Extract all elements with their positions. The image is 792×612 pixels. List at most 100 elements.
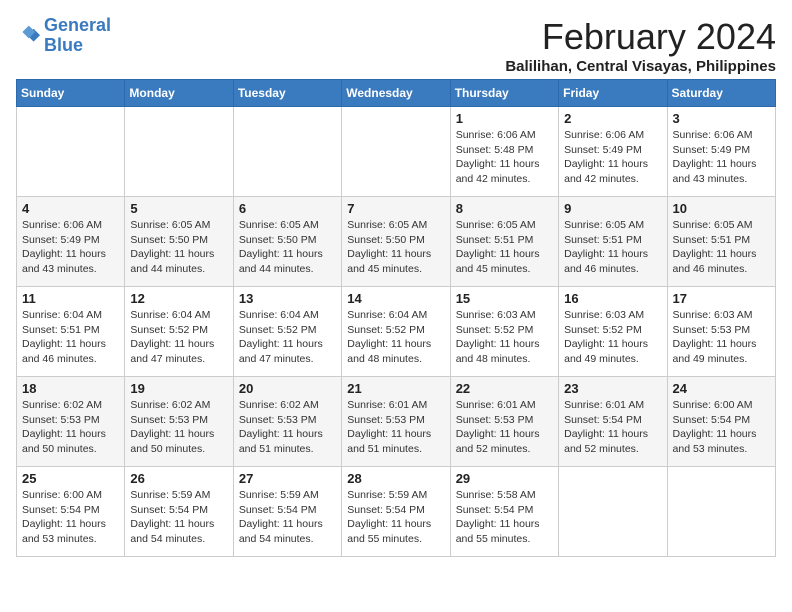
title-area: February 2024 Balilihan, Central Visayas… bbox=[505, 16, 776, 75]
day-number: 10 bbox=[673, 201, 770, 216]
calendar-day-cell: 11Sunrise: 6:04 AMSunset: 5:51 PMDayligh… bbox=[17, 287, 125, 377]
day-number: 19 bbox=[130, 381, 227, 396]
calendar-day-cell: 25 Sunrise: 6:00 AMSunset: 5:54 PMDayligh… bbox=[17, 467, 125, 557]
day-number: 3 bbox=[673, 111, 770, 126]
calendar-day-cell: 10Sunrise: 6:05 AMSunset: 5:51 PMDayligh… bbox=[667, 197, 775, 287]
day-info: Sunrise: 6:04 AMSunset: 5:52 PMDaylight:… bbox=[347, 308, 444, 367]
day-number: 14 bbox=[347, 291, 444, 306]
calendar-day-cell: 15 Sunrise: 6:03 AMSunset: 5:52 PMDayligh… bbox=[450, 287, 558, 377]
day-info: Sunrise: 6:05 AMSunset: 5:50 PMDaylight:… bbox=[239, 218, 336, 277]
day-number: 26 bbox=[130, 471, 227, 486]
calendar-week-row: 1 Sunrise: 6:06 AMSunset: 5:48 PMDaylight… bbox=[17, 107, 776, 197]
day-info: Sunrise: 5:59 AMSunset: 5:54 PMDaylight:… bbox=[130, 488, 227, 547]
day-info: Sunrise: 6:05 AMSunset: 5:50 PMDaylight:… bbox=[130, 218, 227, 277]
day-number: 29 bbox=[456, 471, 553, 486]
calendar-day-cell: 27 Sunrise: 5:59 AMSunset: 5:54 PMDayligh… bbox=[233, 467, 341, 557]
calendar-week-row: 11Sunrise: 6:04 AMSunset: 5:51 PMDayligh… bbox=[17, 287, 776, 377]
calendar-day-cell: 17 Sunrise: 6:03 AMSunset: 5:53 PMDayligh… bbox=[667, 287, 775, 377]
day-number: 24 bbox=[673, 381, 770, 396]
day-number: 8 bbox=[456, 201, 553, 216]
calendar-day-cell: 21Sunrise: 6:01 AMSunset: 5:53 PMDayligh… bbox=[342, 377, 450, 467]
calendar-day-cell: 20Sunrise: 6:02 AMSunset: 5:53 PMDayligh… bbox=[233, 377, 341, 467]
day-number: 16 bbox=[564, 291, 661, 306]
day-info: Sunrise: 6:00 AMSunset: 5:54 PMDaylight:… bbox=[673, 398, 770, 457]
day-info: Sunrise: 6:03 AMSunset: 5:52 PMDaylight:… bbox=[564, 308, 661, 367]
calendar-day-cell: 4 Sunrise: 6:06 AMSunset: 5:49 PMDaylight… bbox=[17, 197, 125, 287]
day-number: 11 bbox=[22, 291, 119, 306]
day-info: Sunrise: 6:03 AMSunset: 5:52 PMDaylight:… bbox=[456, 308, 553, 367]
day-info: Sunrise: 6:02 AMSunset: 5:53 PMDaylight:… bbox=[239, 398, 336, 457]
page-header: General Blue February 2024 Balilihan, Ce… bbox=[16, 16, 776, 75]
day-info: Sunrise: 6:03 AMSunset: 5:53 PMDaylight:… bbox=[673, 308, 770, 367]
calendar-day-cell: 7 Sunrise: 6:05 AMSunset: 5:50 PMDaylight… bbox=[342, 197, 450, 287]
day-number: 13 bbox=[239, 291, 336, 306]
day-info: Sunrise: 6:04 AMSunset: 5:52 PMDaylight:… bbox=[239, 308, 336, 367]
day-number: 25 bbox=[22, 471, 119, 486]
weekday-header: Sunday bbox=[17, 80, 125, 107]
calendar-day-cell: 1 Sunrise: 6:06 AMSunset: 5:48 PMDaylight… bbox=[450, 107, 558, 197]
day-number: 5 bbox=[130, 201, 227, 216]
day-number: 15 bbox=[456, 291, 553, 306]
calendar-week-row: 18 Sunrise: 6:02 AMSunset: 5:53 PMDayligh… bbox=[17, 377, 776, 467]
calendar-day-cell: 6 Sunrise: 6:05 AMSunset: 5:50 PMDaylight… bbox=[233, 197, 341, 287]
calendar-day-cell bbox=[342, 107, 450, 197]
day-info: Sunrise: 6:05 AMSunset: 5:51 PMDaylight:… bbox=[564, 218, 661, 277]
day-number: 17 bbox=[673, 291, 770, 306]
day-info: Sunrise: 5:58 AMSunset: 5:54 PMDaylight:… bbox=[456, 488, 553, 547]
weekday-header: Friday bbox=[559, 80, 667, 107]
calendar-day-cell: 29 Sunrise: 5:58 AMSunset: 5:54 PMDayligh… bbox=[450, 467, 558, 557]
calendar-day-cell: 2 Sunrise: 6:06 AMSunset: 5:49 PMDaylight… bbox=[559, 107, 667, 197]
calendar-day-cell: 28Sunrise: 5:59 AMSunset: 5:54 PMDayligh… bbox=[342, 467, 450, 557]
day-info: Sunrise: 6:06 AMSunset: 5:48 PMDaylight:… bbox=[456, 128, 553, 187]
day-number: 18 bbox=[22, 381, 119, 396]
logo-icon bbox=[16, 24, 40, 48]
calendar-day-cell: 5 Sunrise: 6:05 AMSunset: 5:50 PMDaylight… bbox=[125, 197, 233, 287]
day-number: 9 bbox=[564, 201, 661, 216]
weekday-header: Tuesday bbox=[233, 80, 341, 107]
calendar-day-cell: 22Sunrise: 6:01 AMSunset: 5:53 PMDayligh… bbox=[450, 377, 558, 467]
location-subtitle: Balilihan, Central Visayas, Philippines bbox=[505, 58, 776, 75]
day-number: 6 bbox=[239, 201, 336, 216]
logo-text: General Blue bbox=[44, 16, 111, 56]
day-number: 1 bbox=[456, 111, 553, 126]
day-number: 7 bbox=[347, 201, 444, 216]
day-info: Sunrise: 6:02 AMSunset: 5:53 PMDaylight:… bbox=[130, 398, 227, 457]
month-title: February 2024 bbox=[505, 16, 776, 58]
day-number: 21 bbox=[347, 381, 444, 396]
day-info: Sunrise: 6:06 AMSunset: 5:49 PMDaylight:… bbox=[673, 128, 770, 187]
day-number: 4 bbox=[22, 201, 119, 216]
logo: General Blue bbox=[16, 16, 111, 56]
calendar-day-cell: 26 Sunrise: 5:59 AMSunset: 5:54 PMDayligh… bbox=[125, 467, 233, 557]
weekday-header: Thursday bbox=[450, 80, 558, 107]
day-info: Sunrise: 6:05 AMSunset: 5:51 PMDaylight:… bbox=[456, 218, 553, 277]
calendar-day-cell: 12 Sunrise: 6:04 AMSunset: 5:52 PMDayligh… bbox=[125, 287, 233, 377]
day-info: Sunrise: 6:04 AMSunset: 5:52 PMDaylight:… bbox=[130, 308, 227, 367]
weekday-header: Saturday bbox=[667, 80, 775, 107]
calendar-day-cell: 16 Sunrise: 6:03 AMSunset: 5:52 PMDayligh… bbox=[559, 287, 667, 377]
day-number: 2 bbox=[564, 111, 661, 126]
logo-line2: Blue bbox=[44, 35, 83, 55]
day-info: Sunrise: 6:06 AMSunset: 5:49 PMDaylight:… bbox=[22, 218, 119, 277]
day-info: Sunrise: 6:02 AMSunset: 5:53 PMDaylight:… bbox=[22, 398, 119, 457]
calendar-day-cell bbox=[17, 107, 125, 197]
calendar-day-cell: 24 Sunrise: 6:00 AMSunset: 5:54 PMDayligh… bbox=[667, 377, 775, 467]
calendar-day-cell: 13 Sunrise: 6:04 AMSunset: 5:52 PMDayligh… bbox=[233, 287, 341, 377]
day-info: Sunrise: 6:05 AMSunset: 5:50 PMDaylight:… bbox=[347, 218, 444, 277]
weekday-header: Monday bbox=[125, 80, 233, 107]
day-info: Sunrise: 6:01 AMSunset: 5:53 PMDaylight:… bbox=[456, 398, 553, 457]
day-number: 12 bbox=[130, 291, 227, 306]
calendar-day-cell: 18 Sunrise: 6:02 AMSunset: 5:53 PMDayligh… bbox=[17, 377, 125, 467]
calendar-week-row: 25 Sunrise: 6:00 AMSunset: 5:54 PMDayligh… bbox=[17, 467, 776, 557]
day-info: Sunrise: 6:00 AMSunset: 5:54 PMDaylight:… bbox=[22, 488, 119, 547]
day-info: Sunrise: 5:59 AMSunset: 5:54 PMDaylight:… bbox=[239, 488, 336, 547]
day-info: Sunrise: 6:06 AMSunset: 5:49 PMDaylight:… bbox=[564, 128, 661, 187]
calendar-day-cell: 19 Sunrise: 6:02 AMSunset: 5:53 PMDayligh… bbox=[125, 377, 233, 467]
day-number: 27 bbox=[239, 471, 336, 486]
calendar-day-cell bbox=[667, 467, 775, 557]
day-info: Sunrise: 6:01 AMSunset: 5:54 PMDaylight:… bbox=[564, 398, 661, 457]
day-info: Sunrise: 5:59 AMSunset: 5:54 PMDaylight:… bbox=[347, 488, 444, 547]
calendar-day-cell: 9 Sunrise: 6:05 AMSunset: 5:51 PMDaylight… bbox=[559, 197, 667, 287]
calendar-day-cell: 8 Sunrise: 6:05 AMSunset: 5:51 PMDaylight… bbox=[450, 197, 558, 287]
calendar-week-row: 4 Sunrise: 6:06 AMSunset: 5:49 PMDaylight… bbox=[17, 197, 776, 287]
calendar-table: SundayMondayTuesdayWednesdayThursdayFrid… bbox=[16, 79, 776, 557]
